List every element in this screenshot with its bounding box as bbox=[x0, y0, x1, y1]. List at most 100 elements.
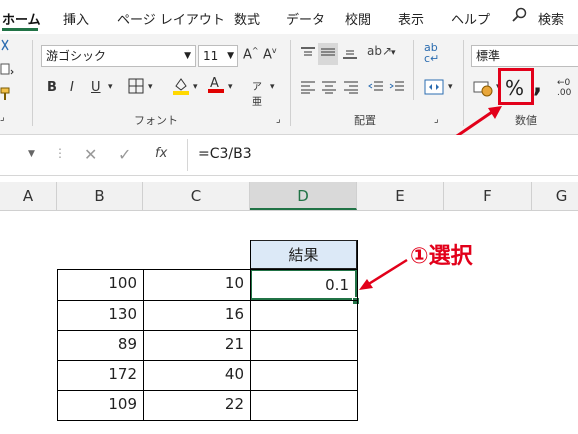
cell-c4[interactable]: 16 bbox=[143, 300, 250, 330]
increase-font-size-icon[interactable]: A^ bbox=[243, 46, 259, 62]
clipboard-dialog-icon[interactable]: ⌟ bbox=[0, 112, 5, 123]
cell-b6[interactable]: 172 bbox=[57, 360, 143, 390]
tab-page-layout[interactable]: ページ レイアウト bbox=[117, 9, 225, 28]
cell-d6[interactable] bbox=[250, 360, 357, 390]
group-separator bbox=[290, 40, 291, 126]
align-bottom-icon[interactable] bbox=[342, 46, 358, 64]
phonetic-guide-icon[interactable]: ア亜 bbox=[252, 78, 262, 108]
column-header-b[interactable]: B bbox=[57, 182, 143, 210]
increase-decimal-icon[interactable]: ←0.00 bbox=[557, 78, 571, 98]
decrease-font-size-icon[interactable]: Av bbox=[263, 46, 277, 62]
copy-icon[interactable] bbox=[0, 62, 14, 82]
chevron-down-icon[interactable]: ▾ bbox=[270, 82, 275, 92]
column-header-c[interactable]: C bbox=[143, 182, 250, 210]
column-header-f[interactable]: F bbox=[444, 182, 532, 210]
font-size-box[interactable]: 11 ▼ bbox=[198, 45, 238, 67]
cell-d7[interactable] bbox=[250, 390, 357, 420]
chevron-down-icon[interactable]: ▾ bbox=[448, 82, 453, 92]
comma-style-button[interactable]: , bbox=[533, 70, 542, 98]
decrease-indent-icon[interactable] bbox=[368, 80, 384, 98]
cell-c5[interactable]: 21 bbox=[143, 330, 250, 360]
accounting-format-icon[interactable] bbox=[473, 79, 493, 101]
result-header-cell[interactable]: 結果 bbox=[250, 240, 357, 269]
formula-input[interactable]: =C3/B3 bbox=[198, 146, 252, 162]
cell-b3[interactable]: 100 bbox=[57, 269, 143, 300]
italic-button[interactable]: I bbox=[70, 80, 74, 95]
tab-help[interactable]: ヘルプ bbox=[451, 9, 490, 28]
insert-function-icon[interactable]: fx bbox=[155, 146, 167, 161]
borders-icon[interactable] bbox=[128, 78, 144, 98]
table-border bbox=[57, 390, 358, 391]
font-group-label: フォント bbox=[134, 114, 178, 127]
chevron-down-icon[interactable]: ▾ bbox=[228, 82, 233, 92]
number-format-box[interactable]: 標準 bbox=[471, 45, 578, 67]
cell-c6[interactable]: 40 bbox=[143, 360, 250, 390]
font-name-box[interactable]: 游ゴシック ▼ bbox=[41, 45, 196, 67]
active-tab-indicator bbox=[2, 28, 38, 31]
cell-d4[interactable] bbox=[250, 300, 357, 330]
cell-d3-selected[interactable]: 0.1 bbox=[250, 269, 357, 300]
align-top-icon[interactable] bbox=[300, 46, 316, 64]
font-color-icon[interactable]: A bbox=[208, 74, 224, 98]
align-left-icon[interactable] bbox=[300, 80, 316, 98]
tab-home[interactable]: ホーム bbox=[2, 9, 41, 28]
cancel-formula-icon[interactable]: ✕ bbox=[84, 145, 97, 164]
chevron-down-icon[interactable]: ▾ bbox=[108, 82, 113, 92]
tab-insert[interactable]: 挿入 bbox=[63, 9, 89, 28]
table-border bbox=[57, 330, 358, 331]
alignment-dialog-icon[interactable]: ⌟ bbox=[434, 114, 439, 125]
chevron-down-icon[interactable]: ▾ bbox=[391, 48, 396, 58]
search-label[interactable]: 検索 bbox=[538, 9, 564, 28]
cell-b4[interactable]: 130 bbox=[57, 300, 143, 330]
fill-color-icon[interactable] bbox=[172, 76, 190, 100]
name-box-dropdown-icon[interactable]: ▼ bbox=[28, 149, 35, 159]
align-center-icon[interactable] bbox=[321, 80, 337, 98]
tab-formulas[interactable]: 数式 bbox=[234, 9, 260, 28]
column-header-d[interactable]: D bbox=[250, 182, 357, 210]
cell-c7[interactable]: 22 bbox=[143, 390, 250, 420]
formula-bar-divider bbox=[187, 139, 188, 171]
merge-center-icon[interactable] bbox=[424, 78, 444, 100]
table-border bbox=[57, 360, 358, 361]
column-header-e[interactable]: E bbox=[357, 182, 444, 210]
column-header-a[interactable]: A bbox=[0, 182, 57, 210]
align-right-icon[interactable] bbox=[343, 80, 359, 98]
tab-view[interactable]: 表示 bbox=[398, 9, 424, 28]
alignment-group-label: 配置 bbox=[354, 114, 376, 127]
font-dialog-icon[interactable]: ⌟ bbox=[276, 114, 281, 125]
orientation-icon[interactable]: ab↗ bbox=[367, 44, 392, 58]
table-border bbox=[143, 269, 144, 421]
underline-button[interactable]: U bbox=[91, 80, 101, 95]
cell-d5[interactable] bbox=[250, 330, 357, 360]
cell-b5[interactable]: 89 bbox=[57, 330, 143, 360]
cell-b7[interactable]: 109 bbox=[57, 390, 143, 420]
font-name-value: 游ゴシック bbox=[46, 49, 107, 63]
tab-data[interactable]: データ bbox=[286, 9, 325, 28]
ribbon-tab-bar: ホーム 挿入 ページ レイアウト 数式 データ 校閲 表示 ヘルプ 検索 bbox=[0, 0, 578, 34]
table-border bbox=[57, 269, 358, 270]
worksheet-grid[interactable]: 結果 100 10 0.1 130 16 89 21 172 40 109 22 bbox=[0, 210, 578, 434]
formula-bar-grip-icon: ⋮ bbox=[54, 146, 66, 160]
align-middle-icon[interactable] bbox=[318, 43, 338, 65]
chevron-down-icon[interactable]: ▾ bbox=[193, 82, 198, 92]
confirm-formula-icon[interactable]: ✓ bbox=[118, 145, 131, 164]
chevron-down-icon[interactable]: ▾ bbox=[148, 82, 153, 92]
table-border bbox=[57, 300, 358, 301]
group-separator bbox=[413, 40, 414, 100]
increase-indent-icon[interactable] bbox=[389, 80, 405, 98]
formula-bar: ▼ ⋮ ✕ ✓ fx =C3/B3 bbox=[0, 135, 578, 176]
column-header-g[interactable]: G bbox=[532, 182, 578, 210]
table-border bbox=[57, 269, 58, 421]
step1-arrow bbox=[359, 258, 408, 290]
table-border bbox=[250, 240, 251, 421]
format-painter-icon[interactable] bbox=[0, 86, 12, 106]
chevron-down-icon[interactable]: ▼ bbox=[184, 46, 191, 66]
wrap-text-icon[interactable]: ab c↵ bbox=[424, 42, 439, 64]
bold-button[interactable]: B bbox=[47, 80, 57, 95]
group-separator bbox=[32, 40, 33, 126]
chevron-down-icon[interactable]: ▼ bbox=[227, 46, 234, 66]
search-icon[interactable] bbox=[512, 7, 528, 27]
cut-icon[interactable] bbox=[0, 38, 10, 58]
cell-c3[interactable]: 10 bbox=[143, 269, 250, 300]
tab-review[interactable]: 校閲 bbox=[345, 9, 371, 28]
